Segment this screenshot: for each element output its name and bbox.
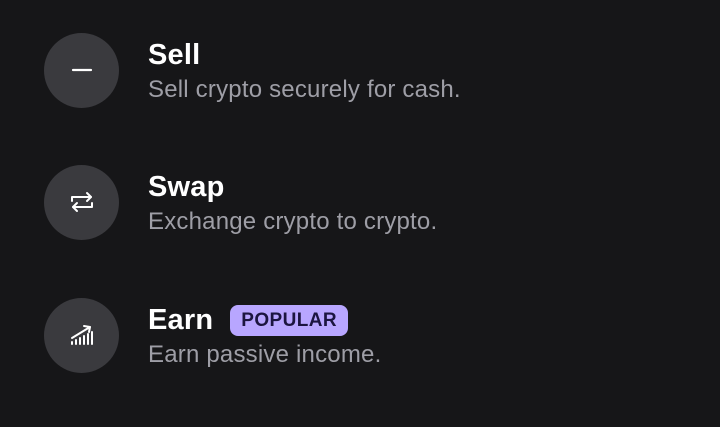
swap-arrows-icon <box>44 164 119 240</box>
title-row: Sell <box>148 36 461 74</box>
menu-item-swap[interactable]: Swap Exchange crypto to crypto. <box>44 164 684 240</box>
minus-icon <box>44 32 119 108</box>
menu-item-subtitle: Sell crypto securely for cash. <box>148 76 461 103</box>
menu-item-title: Sell <box>148 38 201 71</box>
title-row: Swap <box>148 168 437 206</box>
menu-item-title: Earn <box>148 303 214 336</box>
title-row: Earn POPULAR <box>148 301 381 339</box>
menu-item-text: Earn POPULAR Earn passive income. <box>148 301 381 369</box>
popular-badge: POPULAR <box>230 304 348 336</box>
growth-chart-icon <box>44 297 119 373</box>
menu-item-earn[interactable]: Earn POPULAR Earn passive income. <box>44 297 684 373</box>
menu-item-sell[interactable]: Sell Sell crypto securely for cash. <box>44 32 684 108</box>
menu-item-title: Swap <box>148 170 225 203</box>
menu-item-text: Swap Exchange crypto to crypto. <box>148 168 437 236</box>
menu-item-subtitle: Earn passive income. <box>148 341 382 368</box>
menu-item-text: Sell Sell crypto securely for cash. <box>148 36 461 104</box>
action-menu: Sell Sell crypto securely for cash. Swap… <box>0 0 720 427</box>
menu-item-subtitle: Exchange crypto to crypto. <box>148 208 438 235</box>
